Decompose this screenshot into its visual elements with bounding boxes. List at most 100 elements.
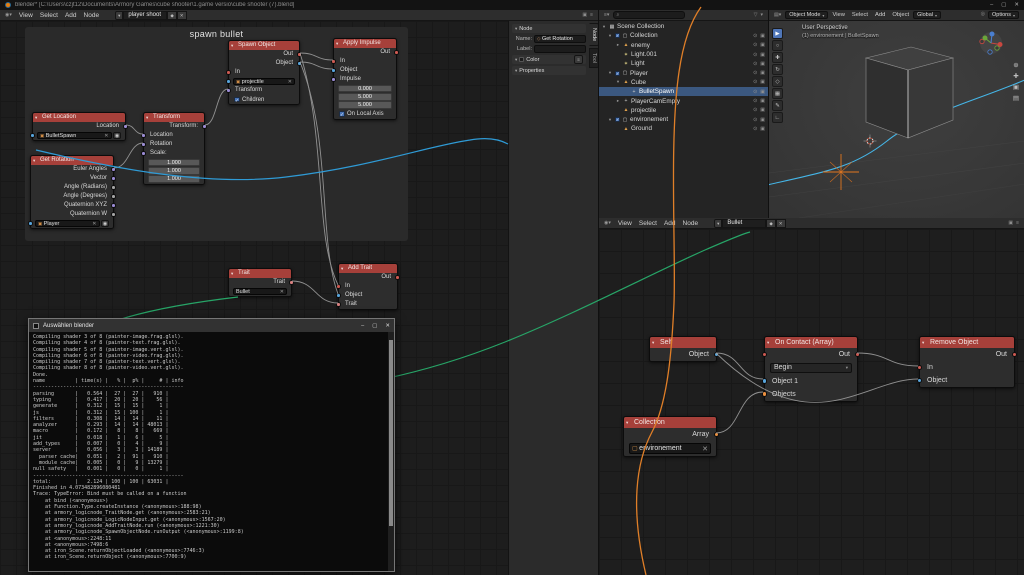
contact-mode-dropdown[interactable]: Begin ▾ xyxy=(770,362,852,373)
socket-scale-in[interactable] xyxy=(141,151,146,156)
render-visibility-icon[interactable]: ▣ xyxy=(760,98,765,104)
children-checkbox[interactable]: ✓ xyxy=(234,96,240,103)
browse-tree-button[interactable]: ▾ xyxy=(115,10,124,20)
menu-select[interactable]: Select xyxy=(636,220,660,227)
menu-add[interactable]: Add xyxy=(661,220,679,227)
disclosure-icon[interactable]: ▾ xyxy=(615,79,621,85)
viewport-canvas[interactable]: User Perspective (1) environement | Bull… xyxy=(769,21,1024,218)
render-visibility-icon[interactable]: ▣ xyxy=(760,42,765,48)
node-header[interactable]: Trait xyxy=(229,269,291,278)
trait-field[interactable]: Bullet ✕ xyxy=(233,287,287,296)
socket-out[interactable] xyxy=(395,275,400,280)
snap-icon[interactable]: ▣ xyxy=(1008,220,1013,226)
clear-icon[interactable]: ✕ xyxy=(288,79,292,85)
socket-object-in[interactable] xyxy=(28,221,33,226)
node-section-header[interactable]: ▾ Node xyxy=(512,24,586,33)
node-apply-impulse[interactable]: Apply Impulse Out In Object Impulse 0.00… xyxy=(331,38,399,120)
node-trait[interactable]: Trait Trait Bullet✕ xyxy=(228,268,294,297)
socket-quat-w-out[interactable] xyxy=(111,212,116,217)
socket-objects-in[interactable] xyxy=(761,391,768,397)
menu-view[interactable]: View xyxy=(829,12,847,18)
hide-eye-icon[interactable]: ⊙ xyxy=(753,107,757,113)
perspective-toggle-icon[interactable]: ▤ xyxy=(1013,94,1019,102)
node-header[interactable]: Add Trait xyxy=(339,264,397,273)
disclosure-icon[interactable]: ▸ xyxy=(615,42,621,48)
pan-icon[interactable]: ✚ xyxy=(1013,72,1019,80)
options-dropdown[interactable]: Options ▾ xyxy=(988,11,1019,19)
collection-checkbox[interactable]: ✓ xyxy=(615,33,620,39)
socket-out[interactable] xyxy=(297,52,302,57)
fake-user-shield-button[interactable]: ◆ xyxy=(167,10,177,20)
scrollbar-thumb[interactable] xyxy=(389,340,393,527)
hide-eye-icon[interactable]: ⊙ xyxy=(753,98,757,104)
socket-object1-in[interactable] xyxy=(761,378,768,384)
socket-in[interactable] xyxy=(336,284,341,289)
node-header[interactable]: Apply Impulse xyxy=(334,39,396,48)
object-field[interactable]: ▣ Player ✕ xyxy=(35,219,100,228)
console-scrollbar[interactable] xyxy=(388,332,394,571)
outliner-row-light[interactable]: ✶ Light ⊙ ▣ xyxy=(599,59,768,68)
menu-node[interactable]: Node xyxy=(81,12,103,19)
socket-quat-xyz-out[interactable] xyxy=(111,203,116,208)
hide-eye-icon[interactable]: ⊙ xyxy=(753,70,757,76)
node-header[interactable]: Collection xyxy=(624,417,716,428)
console-minimize-button[interactable]: – xyxy=(361,323,364,329)
hide-eye-icon[interactable]: ⊙ xyxy=(753,61,757,67)
outliner-row-light-001[interactable]: ✶ Light.001 ⊙ ▣ xyxy=(599,50,768,59)
socket-object-in[interactable] xyxy=(336,293,341,298)
node-transform[interactable]: Transform Transform: Location Rotation S… xyxy=(141,112,207,185)
node-get-location[interactable]: Get Location Location ▣BulletSpawn✕ ◉ xyxy=(30,112,128,141)
socket-in[interactable] xyxy=(226,70,231,75)
outliner-editor-icon[interactable]: ≡▾ xyxy=(601,12,612,18)
clear-icon[interactable]: ✕ xyxy=(92,221,96,227)
outliner-row-projectile[interactable]: ▲ projectile ⊙ ▣ xyxy=(599,106,768,115)
outliner-row-playercamempty[interactable]: ▸ + PlayerCamEmpty ⊙ ▣ xyxy=(599,96,768,105)
annotate-tool[interactable]: ✎ xyxy=(772,100,783,111)
console-close-button[interactable]: ✕ xyxy=(385,323,390,329)
menu-object[interactable]: Object xyxy=(889,12,912,18)
disclosure-icon[interactable]: ▸ xyxy=(615,98,621,104)
impulse-y-field[interactable]: 5.000 xyxy=(338,93,392,101)
socket-euler-out[interactable] xyxy=(111,167,116,172)
outliner-row-ground[interactable]: ▲ Ground ⊙ ▣ xyxy=(599,124,768,133)
filter-dropdown-icon[interactable]: ▾ xyxy=(760,12,763,18)
filter-icon[interactable]: ▽ xyxy=(754,12,758,18)
render-visibility-icon[interactable]: ▣ xyxy=(760,61,765,67)
scale-x-field[interactable]: 1.000 xyxy=(148,158,200,167)
transform-tool[interactable]: ▦ xyxy=(772,88,783,99)
node-add-trait[interactable]: Add Trait Out In Object Trait xyxy=(336,263,400,310)
disclosure-icon[interactable]: ▾ xyxy=(607,33,613,39)
editor-type-icon[interactable]: ◉▾ xyxy=(601,220,614,226)
minimize-button[interactable]: – xyxy=(990,2,993,8)
editor-type-icon[interactable]: ◉▾ xyxy=(2,12,15,18)
socket-in[interactable] xyxy=(331,59,336,64)
hide-eye-icon[interactable]: ⊙ xyxy=(753,79,757,85)
socket-in[interactable] xyxy=(761,351,768,358)
bulletspawn-empty-axes[interactable] xyxy=(823,154,859,190)
socket-object-in[interactable] xyxy=(916,377,923,384)
color-presets-icon[interactable]: ≡ xyxy=(574,55,583,64)
menu-view[interactable]: View xyxy=(16,12,36,19)
hide-eye-icon[interactable]: ⊙ xyxy=(753,117,757,123)
outliner-row-environement[interactable]: ▾ ✓ ▢ environement ⊙ ▣ xyxy=(599,115,768,124)
menu-select[interactable]: Select xyxy=(849,12,871,18)
node-header[interactable]: On Contact (Array) xyxy=(765,337,857,348)
socket-trait-out[interactable] xyxy=(289,280,294,285)
object-field[interactable]: ▣ BulletSpawn ✕ xyxy=(37,131,112,140)
menu-add[interactable]: Add xyxy=(872,12,888,18)
disclosure-icon[interactable]: ▾ xyxy=(601,24,607,30)
rotate-tool[interactable]: ↻ xyxy=(772,64,783,75)
outliner-row-collection[interactable]: ▾ ✓ ▢ Collection ⊙ ▣ xyxy=(599,31,768,40)
measure-tool[interactable]: ∟ xyxy=(772,112,783,123)
eyedropper-icon[interactable]: ◉ xyxy=(101,219,109,228)
render-visibility-icon[interactable]: ▣ xyxy=(760,107,765,113)
console-window[interactable]: Auswählen blender – ▢ ✕ Compiling shader… xyxy=(28,318,395,572)
node-self[interactable]: Self Object xyxy=(649,336,720,362)
clear-icon[interactable]: ✕ xyxy=(702,445,708,453)
object-field[interactable]: ▣ projectile ✕ xyxy=(233,77,295,86)
color-section-header[interactable]: ▾ Color ≡ xyxy=(512,55,586,64)
tree-name-field[interactable]: player shoot xyxy=(123,10,168,20)
unlink-button[interactable]: ✕ xyxy=(775,218,786,228)
menu-node[interactable]: Node xyxy=(680,220,702,227)
socket-radians-out[interactable] xyxy=(111,185,116,190)
